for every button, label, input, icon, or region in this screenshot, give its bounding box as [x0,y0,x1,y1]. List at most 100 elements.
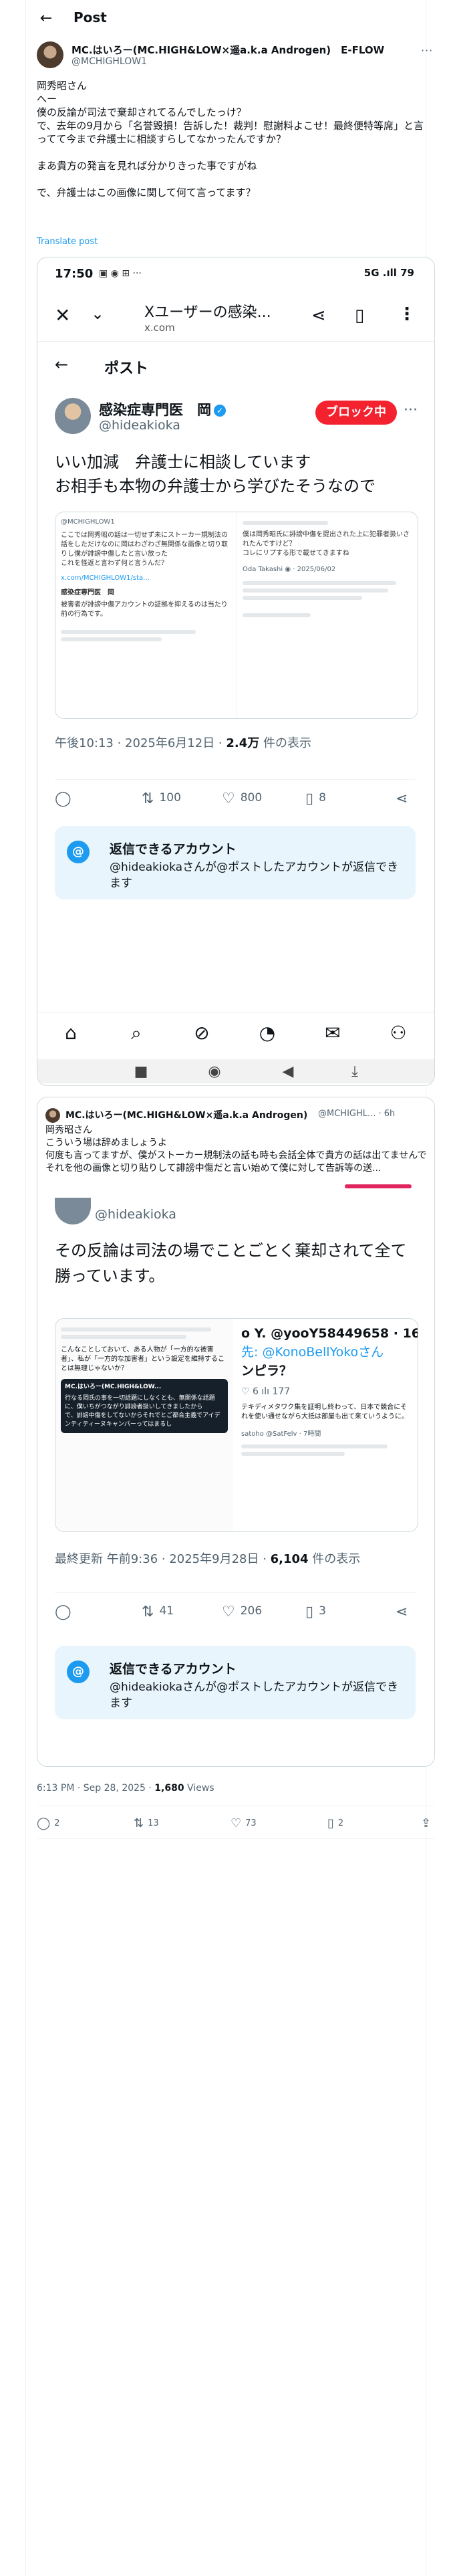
share-icon: ⋖ [396,1604,408,1620]
qi-left-note: 被害者が誹謗中傷アカウントの証拠を抑えるのは当たり前の行為です。 [61,601,228,618]
reply-button[interactable]: ◯ 2 [37,1816,59,1830]
avatar [55,1198,91,1224]
page-title: Post [73,9,107,25]
inner-images: @MCHIGHLOW1 ここでは岡秀昭の話は一切せず未にストーカー規制法の話をし… [55,512,418,719]
reply-restriction-body: @hideakiokaさんが@ポストしたアカウントが返信できます [110,1681,399,1710]
reply-restriction-card: @ 返信できるアカウント @hideakiokaさんが@ポストしたアカウントが返… [55,1646,416,1719]
avatar [55,398,91,434]
repost-icon: ⇅ [142,1604,154,1620]
like-action: ♡ 800 [222,790,263,807]
heart-icon: ♡ [231,1816,242,1830]
reply-restriction-body: @hideakiokaさんが@ポストしたアカウントが返信できます [110,861,399,890]
attached-image-1[interactable]: 17:50 ▣ ◉ ⊞ ··· 5G .ıll 79 ✕ ⌄ Xユーザーの感染.… [37,257,435,1086]
arrow-left-icon[interactable]: ← [37,9,55,28]
bookmark-icon: ▯ [305,1604,314,1620]
repost-action: ⇅ 100 [142,790,181,807]
reply-text: 岡秀昭さん こういう場は辞めましょうよ 何度も言ってますが、僕がストーカー規制法… [45,1125,426,1174]
back-triangle-icon: ◀ [282,1063,294,1080]
qi-right-text: 僕は岡秀昭氏に誹謗中傷を提出された上に犯罪者扱いされたんですけど？ コレにリプす… [243,531,410,557]
reply-icon: ◯ [37,1816,51,1830]
inner-image-right: o Y. @yooY58449658 · 16時間 先: @KonoBellYo… [236,1319,418,1531]
browser-bar: ✕ ⌄ Xユーザーの感染... x.com ⋖ ▯ ⋮ [37,292,434,342]
inner-actions: ◯ ⇅ 41 ♡ 206 ▯ 3 ⋖ [55,1592,416,1620]
more-vertical-icon: ⋮ [398,304,416,324]
highlight-line [345,1184,412,1188]
heart-icon: ♡ [222,1604,235,1620]
reply-icon: ◯ [55,790,71,807]
reply-restriction-title: 返信できるアカウント [110,1662,237,1677]
inner-post-text: その反論は司法の場でことごとく棄却されて全て勝っています。 [55,1241,407,1285]
s2-left-text: こんなことしておいて、ある人物が「一方的な被害者」、私が「一方的な加害者」という… [61,1346,224,1372]
inner-author: 感染症専門医 岡 ✓ @hideakioka ブロック中 ··· [55,398,429,438]
share-icon: ⋖ [396,790,408,807]
qi-left-label: @MCHIGHLOW1 [61,518,115,526]
attached-image-2[interactable]: MC.はいろー(MC.HIGH&LOW×遥a.k.a Androgen) @MC… [37,1097,435,1767]
qi-left-name: 感染症専門医 岡 [61,589,114,597]
repost-action: ⇅ 41 [142,1604,174,1620]
browser-title: Xユーザーの感染... [144,304,271,321]
bookmark-action: ▯ 8 [305,790,326,807]
s2-left-box: MC.はいろー(MC.HIGH&LOW... 行なる岡氏の事を一切話題にしなくと… [61,1379,228,1433]
bookmark-icon: ▯ [305,790,314,807]
bookmark-action: ▯ 3 [305,1604,326,1620]
verified-icon: ✓ [214,405,226,417]
repost-icon: ⇅ [134,1816,144,1830]
qi-left-text: ここでは岡秀昭の話は一切せず未にストーカー規制法の話をしただけなのに岡はわざわざ… [61,532,228,567]
author-name[interactable]: MC.はいろー(MC.HIGH&LOW×遥a.k.a Androgen) E-F… [71,43,384,57]
inner-title: ポスト [104,360,149,377]
inner-meta: 最終更新 午前9:36 · 2025年9月28日 · 6,104 件の表示 [55,1552,361,1566]
top-bar: ← Post [0,0,451,37]
inner-post-text: いい加減 弁護士に相談しています お相手も本物の弁護士から学びたそうなので [55,453,375,496]
app-nav-bar: ⌂ ⌕ ⊘ ◔ ✉ ⚇ ■ ◉ ◀ ⤓ [37,1012,434,1085]
mail-icon: ✉ [325,1022,341,1044]
close-icon: ✕ [55,304,71,326]
bell-icon: ◔ [259,1022,276,1044]
arrow-left-icon: ← [55,355,69,374]
author-handle[interactable]: @MCHIGHLOW1 [71,56,147,67]
s2-right-counts: ♡ 6 ılı 177 [241,1386,291,1397]
post-author: MC.はいろー(MC.HIGH&LOW×遥a.k.a Androgen) E-F… [37,40,438,74]
like-action: ♡ 206 [222,1604,263,1620]
system-nav-bar: ■ ◉ ◀ ⤓ [37,1059,434,1083]
s2-right-foot: satoho @SatFelv · 7時間 [241,1430,321,1438]
inner-image-left: こんなことしておいて、ある人物が「一方的な被害者」、私が「一方的な加害者」という… [55,1319,235,1531]
reply-restriction-card: @ 返信できるアカウント @hideakiokaさんが@ポストしたアカウントが返… [55,826,416,899]
bookmark-button[interactable]: ▯ 2 [327,1816,343,1830]
inner-meta: 午後10:13 · 2025年6月12日 · 2.4万 件の表示 [55,736,311,750]
inner-image-left: @MCHIGHLOW1 ここでは岡秀昭の話は一切せず未にストーカー規制法の話をし… [55,512,236,718]
grok-icon: ⊘ [194,1022,210,1044]
home-circle-icon: ◉ [208,1063,221,1080]
translate-link[interactable]: Translate post [37,237,98,247]
inner-author-handle: @hideakioka [95,1207,176,1222]
reply-author-handle: @MCHIGHL... · 6h [318,1109,396,1119]
inner-author-handle: @hideakioka [99,418,180,433]
qi-left-link: x.com/MCHIGHLOW1/sta... [61,574,150,582]
inner-images: こんなことしておいて、ある人物が「一方的な被害者」、私が「一方的な加害者」という… [55,1318,418,1532]
like-button[interactable]: ♡ 73 [231,1816,257,1830]
share-icon: ⇪ [421,1816,432,1830]
repost-button[interactable]: ⇅ 13 [134,1816,159,1830]
search-icon: ⌕ [131,1022,142,1044]
share-button[interactable]: ⇪ [421,1816,435,1830]
status-right: 5G .ıll 79 [363,267,414,279]
reply-action: ◯ [55,790,77,807]
down-arrow-icon: ⤓ [351,1063,358,1080]
qi-right-head: Oda Takashi ◉ · 2025/06/02 [243,566,336,573]
s2-left-box-name: MC.はいろー(MC.HIGH&LOW... [65,1384,162,1390]
post-timestamp: 6:13 PM · Sep 28, 2025 · 1,680 Views [37,1783,214,1794]
inner-actions: ◯ ⇅ 100 ♡ 800 ▯ 8 ⋖ [55,779,416,807]
bookmark-icon: ▯ [327,1816,334,1830]
inner-image-right: 僕は岡秀昭氏に誹謗中傷を提出された上に犯罪者扱いされたんですけど？ コレにリプす… [237,512,418,718]
post-text: 岡秀昭さん へー 僕の反論が司法で棄却されてるんでしたっけ？ で、去年の9月から… [37,80,424,199]
avatar[interactable] [37,41,63,68]
s2-right-reply-to: 先: @KonoBellYokoさん [241,1345,384,1360]
more-icon[interactable]: ··· [421,44,433,57]
status-time: 17:50 [55,267,94,281]
s2-left-box-text: 行なる岡氏の事を一切話題にしなくとも、無関係な話題に、僕いちがつながり誹謗者扱い… [65,1395,220,1428]
post-actions: ◯ 2 ⇅ 13 ♡ 73 ▯ 2 ⇪ [37,1806,435,1839]
inner-author-name: 感染症専門医 岡 ✓ [99,399,226,419]
repost-icon: ⇅ [142,790,154,807]
share-icon: ⋖ [311,306,326,326]
s2-right-small: テキディメタワク集を証明し終わって、日本で競合にそれを使い通せながら大抵は部屋も… [241,1404,408,1420]
people-icon: ⚇ [390,1022,407,1044]
